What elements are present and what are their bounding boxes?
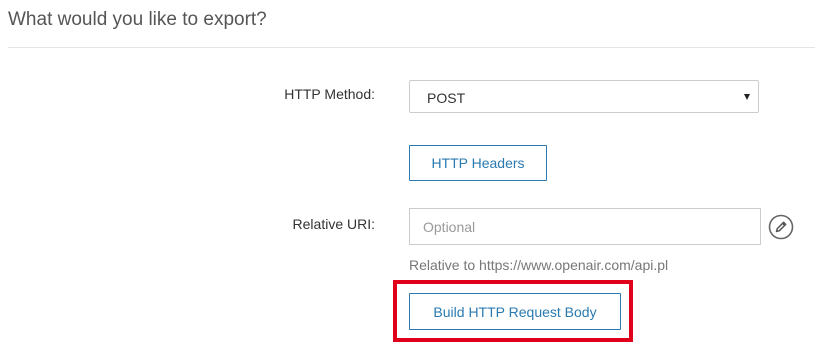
relative-uri-input[interactable] — [409, 208, 761, 245]
http-method-select[interactable]: POST — [409, 80, 759, 113]
build-http-request-body-button[interactable]: Build HTTP Request Body — [409, 293, 621, 330]
relative-uri-label: Relative URI: — [292, 216, 375, 232]
pencil-icon[interactable] — [768, 214, 794, 240]
relative-uri-helper-text: Relative to https://www.openair.com/api.… — [409, 257, 669, 273]
http-method-value: POST — [427, 90, 466, 106]
http-headers-button[interactable]: HTTP Headers — [409, 145, 547, 181]
caret-down-icon — [744, 94, 750, 100]
http-method-label: HTTP Method: — [284, 86, 375, 102]
heading-divider — [8, 47, 815, 48]
section-heading: What would you like to export? — [8, 9, 267, 30]
export-settings-panel: What would you like to export? HTTP Meth… — [0, 0, 815, 348]
